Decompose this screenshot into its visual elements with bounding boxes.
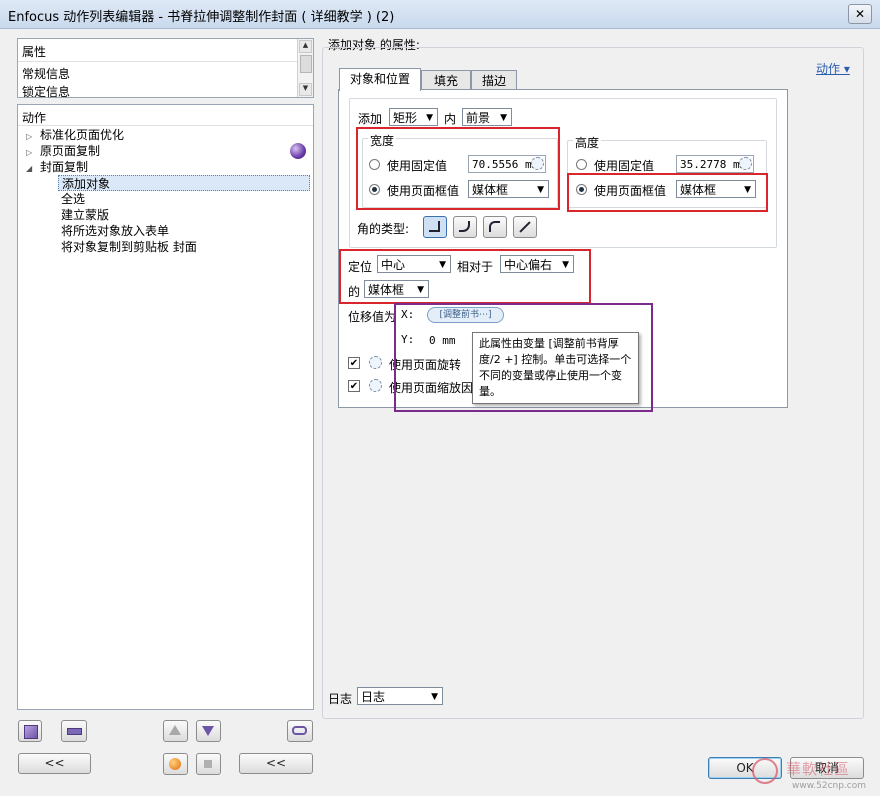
add-label: 添加 <box>358 112 383 126</box>
variable-icon[interactable] <box>369 379 382 392</box>
actions-panel: 动作 ▷ 标准化页面优化 ▷ 原页面复制 ◢ 封面复制 添加对象 全选 建立蒙版… <box>17 104 314 710</box>
corner-inset-icon <box>489 221 500 232</box>
scroll-up-icon[interactable]: ▲ <box>299 40 312 53</box>
watermark-url: www.52cnp.com <box>792 781 867 791</box>
status-orb-icon <box>290 143 306 159</box>
minus-icon <box>67 728 82 735</box>
glasses-icon <box>292 726 307 735</box>
tree-child-copy-to-clipboard[interactable]: 将对象复制到剪贴板 封面 <box>61 239 197 255</box>
log-select[interactable]: 日志 ▼ <box>357 687 443 705</box>
watermark-logo-icon <box>752 758 778 784</box>
expand-icon[interactable]: ▷ <box>26 148 32 157</box>
offset-label: 位移值为 <box>348 310 397 324</box>
height-title: 高度 <box>573 134 602 151</box>
log-value: 日志 <box>361 690 386 704</box>
scroll-down-icon[interactable]: ▼ <box>299 83 312 96</box>
height-fixed-radio[interactable] <box>576 159 587 170</box>
tree-child-put-in-form[interactable]: 将所选对象放入表单 <box>61 223 169 239</box>
page-scale-checkbox[interactable]: ✔ <box>348 380 360 392</box>
collapse-right-button[interactable]: << <box>239 753 313 774</box>
object-type-value: 矩形 <box>393 111 418 125</box>
record-button[interactable] <box>163 753 188 775</box>
tree-child-select-all[interactable]: 全选 <box>61 191 85 207</box>
expand-icon[interactable]: ▷ <box>26 132 32 141</box>
corner-type-label: 角的类型: <box>357 222 410 236</box>
inspect-button[interactable] <box>287 720 313 742</box>
collapse-left-button[interactable]: << <box>18 753 91 774</box>
corner-round-button[interactable] <box>453 216 477 238</box>
scroll-thumb[interactable] <box>300 55 312 73</box>
tree-item-label: 封面复制 <box>39 160 88 174</box>
record-icon <box>169 758 181 770</box>
watermark-text: 華軟社區 <box>786 760 851 778</box>
list-item[interactable]: 常规信息 <box>22 65 70 82</box>
variable-icon[interactable] <box>739 157 752 170</box>
tree-child-add-object[interactable]: 添加对象 <box>58 175 310 191</box>
tree-item-label: 标准化页面优化 <box>39 128 124 142</box>
layer-select[interactable]: 前景 ▼ <box>462 108 512 126</box>
corner-round-icon <box>459 221 470 232</box>
divider <box>18 61 297 62</box>
chevron-down-icon: ▼ <box>500 113 507 123</box>
corner-inset-button[interactable] <box>483 216 507 238</box>
annotation-box-width <box>356 127 560 210</box>
actions-header: 动作 <box>22 111 47 125</box>
chevron-down-icon: ▼ <box>426 113 433 123</box>
page-rotation-checkbox[interactable]: ✔ <box>348 357 360 369</box>
tab-fill[interactable]: 填充 <box>421 70 471 91</box>
tree-item-normalize[interactable]: ▷ 标准化页面优化 <box>26 127 124 143</box>
move-down-icon <box>202 726 214 736</box>
window-title: Enfocus 动作列表编辑器 - 书脊拉伸调整制作封面 ( 详细教学 ) (2… <box>8 10 395 25</box>
stop-button[interactable] <box>196 753 221 775</box>
add-action-button[interactable] <box>18 720 42 742</box>
actions-menu-link[interactable]: 动作 ▾ <box>816 60 850 77</box>
annotation-box-height <box>567 173 768 212</box>
stop-icon <box>204 760 212 768</box>
log-label: 日志 <box>328 692 353 706</box>
corner-square-icon <box>429 221 440 232</box>
height-fixed-label: 使用固定值 <box>594 159 655 173</box>
tree-child-create-mask[interactable]: 建立蒙版 <box>61 207 109 223</box>
move-down-button[interactable] <box>196 720 221 742</box>
annotation-box-offset <box>394 303 653 412</box>
corner-bevel-button[interactable] <box>513 216 537 238</box>
object-type-select[interactable]: 矩形 ▼ <box>389 108 438 126</box>
variable-icon[interactable] <box>369 356 382 369</box>
list-item[interactable]: 锁定信息 <box>22 83 70 100</box>
remove-action-button[interactable] <box>61 720 87 742</box>
move-up-icon <box>169 725 181 735</box>
tree-item-original-copy[interactable]: ▷ 原页面复制 <box>26 143 100 159</box>
close-icon[interactable]: ✕ <box>848 4 872 24</box>
tab-stroke[interactable]: 描边 <box>471 70 517 91</box>
annotation-box-position <box>339 249 591 304</box>
properties-panel: 属性 常规信息 锁定信息 ▲ ▼ <box>17 38 314 100</box>
add-action-icon <box>24 725 38 739</box>
corner-bevel-icon <box>519 221 531 233</box>
move-up-button[interactable] <box>163 720 188 742</box>
layer-value: 前景 <box>466 111 491 125</box>
tree-item-label: 原页面复制 <box>39 144 100 158</box>
properties-scrollbar[interactable]: ▲ ▼ <box>297 39 313 97</box>
in-label: 内 <box>444 112 457 126</box>
tab-object-position[interactable]: 对象和位置 <box>339 68 421 91</box>
title-bar: Enfocus 动作列表编辑器 - 书脊拉伸调整制作封面 ( 详细教学 ) (2… <box>0 0 880 29</box>
tree-item-cover-copy[interactable]: ◢ 封面复制 <box>26 159 88 175</box>
chevron-down-icon: ▼ <box>431 692 438 702</box>
properties-header: 属性 <box>22 45 47 59</box>
collapse-icon[interactable]: ◢ <box>26 164 32 173</box>
divider <box>18 125 313 126</box>
corner-square-button[interactable] <box>423 216 447 238</box>
